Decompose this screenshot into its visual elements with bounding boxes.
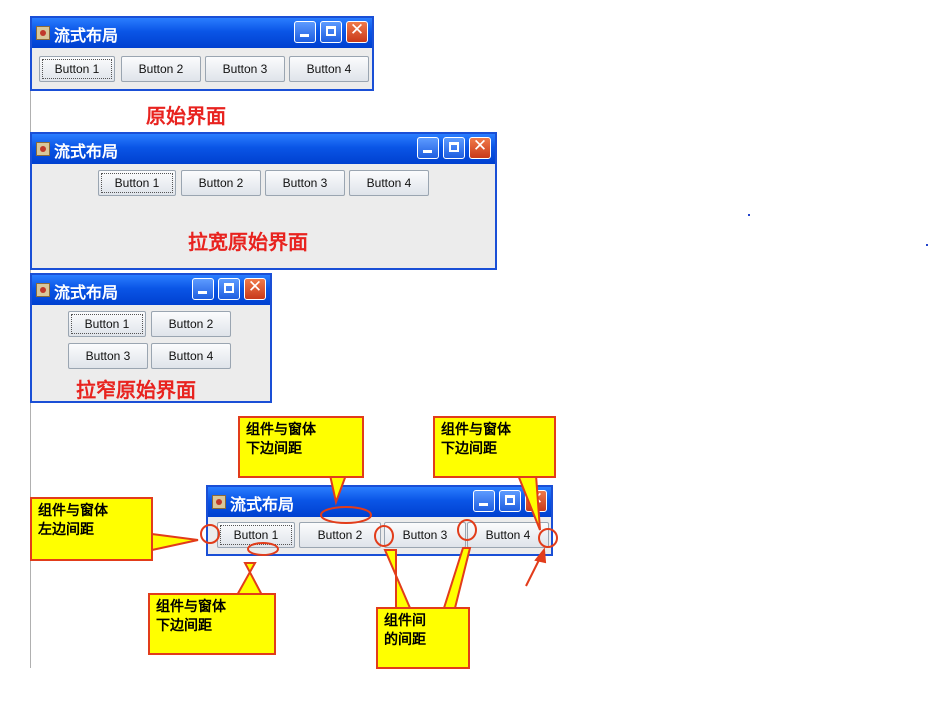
highlight-left-gap xyxy=(200,524,220,544)
callout-left-gap: 组件与窗体 左边间距 xyxy=(30,497,153,561)
callout-bottom-gap: 组件与窗体 下边间距 xyxy=(148,593,276,655)
highlight-bottom-gap xyxy=(247,542,279,556)
callout-pointer-between-a xyxy=(383,549,412,609)
callout-pointer-top xyxy=(328,474,348,506)
arrow-head xyxy=(534,547,547,564)
callout-pointer-left xyxy=(151,532,199,552)
highlight-gap-3-4 xyxy=(457,519,477,541)
callout-right-gap: 组件与窗体 下边间距 xyxy=(433,416,556,478)
callout-top-gap: 组件与窗体 下边间距 xyxy=(238,416,364,478)
highlight-right-gap xyxy=(538,528,558,548)
annotation-overlay xyxy=(151,474,558,609)
callout-pointer-between-b xyxy=(442,547,472,609)
callout-pointer-right xyxy=(516,474,541,531)
highlight-gap-2-3 xyxy=(374,525,394,547)
callout-between-gap: 组件间 的间距 xyxy=(376,607,470,669)
callout-pointer-bottom xyxy=(234,562,265,598)
highlight-top-gap xyxy=(320,506,372,524)
